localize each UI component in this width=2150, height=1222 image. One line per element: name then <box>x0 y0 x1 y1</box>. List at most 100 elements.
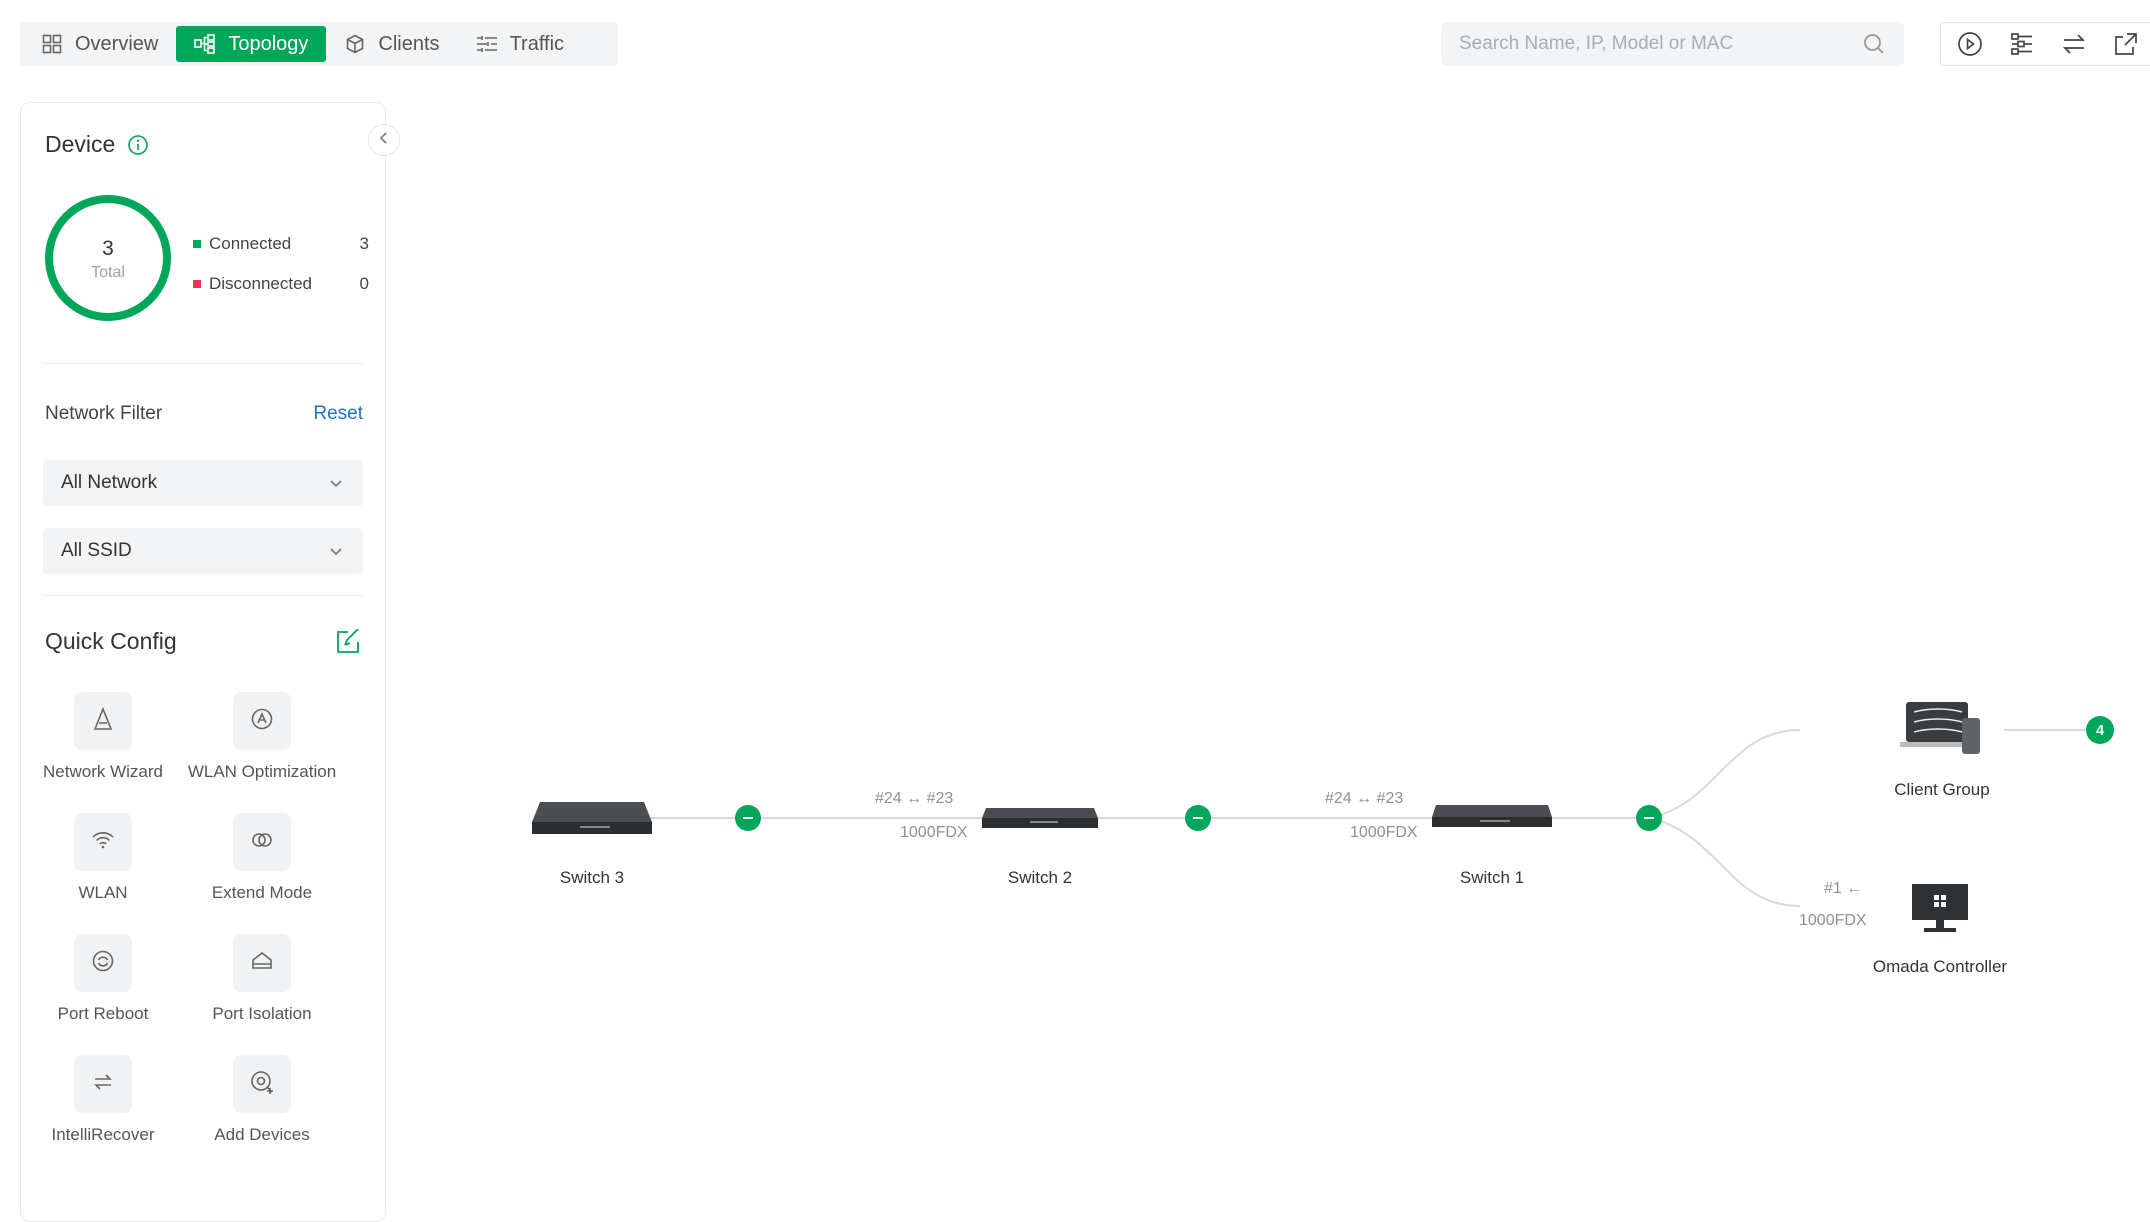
ssid-select-value: All SSID <box>61 540 132 561</box>
quick-config-intellirecover[interactable]: IntelliRecover <box>23 1055 183 1145</box>
quick-config-port-isolation[interactable]: Port Isolation <box>182 934 342 1024</box>
tab-label: Overview <box>75 32 159 55</box>
topology-links <box>650 729 2100 907</box>
search-icon[interactable] <box>1862 32 1886 56</box>
link-ports: #24 ↔ #23 <box>875 790 954 807</box>
device-total-label: Total <box>91 264 125 281</box>
settings-sliders-icon[interactable] <box>2007 29 2037 59</box>
switch-3-device[interactable] <box>530 798 654 843</box>
chevron-down-icon <box>327 542 345 560</box>
quick-config-wlan[interactable]: WLAN <box>23 813 183 903</box>
external-link-icon[interactable] <box>2111 29 2141 59</box>
quick-config-wlan-optimization[interactable]: WLAN Optimization <box>182 692 342 782</box>
collapse-panel-button[interactable] <box>368 124 400 156</box>
search-input[interactable] <box>1459 33 1862 55</box>
connected-dot <box>193 240 201 248</box>
device-side-panel: Device 3 Total Connected 3 Disconnected … <box>20 102 386 1222</box>
network-select-value: All Network <box>61 472 158 493</box>
qbox <box>233 692 291 750</box>
collapse-node-button[interactable] <box>1185 805 1211 831</box>
node-label: Switch 1 <box>1459 868 1525 887</box>
edit-icon[interactable] <box>335 628 361 655</box>
topology-canvas: Switch 3 #24 ↔ #23 1000FDX Switch 2 #24 … <box>400 80 2150 1209</box>
tab-overview[interactable]: Overview <box>23 26 176 62</box>
client-count-badge[interactable]: 4 <box>2086 716 2114 744</box>
network-select[interactable]: All Network <box>43 460 363 506</box>
wifi-icon <box>90 827 116 858</box>
play-icon[interactable] <box>1955 29 1985 59</box>
traffic-icon <box>476 33 498 55</box>
topology-toolbar <box>1940 22 2150 66</box>
collapse-node-button[interactable] <box>735 805 761 831</box>
device-total-count: 3 <box>102 237 114 260</box>
disconnected-dot <box>193 280 201 288</box>
wlan-optimization-icon <box>249 706 275 737</box>
wizard-icon <box>90 706 116 737</box>
link-ports: #1 ← <box>1824 880 1863 897</box>
reset-link[interactable]: Reset <box>313 403 363 425</box>
qbox <box>233 1055 291 1113</box>
link-speed: 1000FDX <box>900 824 968 841</box>
quick-config-label: WLAN <box>78 883 128 902</box>
chevron-left-icon <box>377 131 391 150</box>
quick-config-port-reboot[interactable]: Port Reboot <box>23 934 183 1024</box>
tab-clients[interactable]: Clients <box>326 26 457 62</box>
legend-label: Connected <box>209 234 292 253</box>
divider <box>43 363 363 364</box>
tab-label: Clients <box>378 32 440 55</box>
qbox <box>233 934 291 992</box>
switch-1-device[interactable] <box>1430 802 1554 837</box>
omada-controller-device[interactable] <box>1910 882 1970 939</box>
tab-traffic[interactable]: Traffic <box>458 26 582 62</box>
chevron-down-icon <box>327 474 345 492</box>
legend-label: Disconnected <box>209 274 313 293</box>
device-title-text: Device <box>45 131 116 157</box>
tab-topology[interactable]: Topology <box>176 26 327 62</box>
extend-mode-icon <box>249 827 275 858</box>
node-label: Omada Controller <box>1872 957 2008 976</box>
legend-value: 0 <box>359 274 369 293</box>
swap-arrows-icon[interactable] <box>2059 29 2089 59</box>
client-group-device[interactable] <box>1900 700 1984 763</box>
divider <box>43 595 363 596</box>
ssid-select[interactable]: All SSID <box>43 528 363 574</box>
quick-config-label: IntelliRecover <box>51 1125 155 1144</box>
link-speed: 1000FDX <box>1799 912 1867 929</box>
quick-config-extend-mode[interactable]: Extend Mode <box>182 813 342 903</box>
quick-config-label: WLAN Optimization <box>187 762 337 781</box>
link-ports: #24 ↔ #23 <box>1325 790 1404 807</box>
network-filter-title: Network Filter <box>45 403 163 424</box>
node-label: Switch 2 <box>1007 868 1073 887</box>
qbox <box>74 1055 132 1113</box>
quick-config-label: Extend Mode <box>211 883 313 902</box>
link-line <box>1650 817 1801 907</box>
quick-config-network-wizard[interactable]: Network Wizard <box>23 692 183 782</box>
recover-icon <box>90 1069 116 1100</box>
port-isolation-icon <box>249 948 275 979</box>
view-tabs: Overview Topology Clients Traffic <box>20 22 618 66</box>
search-box <box>1441 22 1904 66</box>
quick-config-label: Port Isolation <box>212 1004 312 1023</box>
tab-label: Topology <box>228 32 309 55</box>
switch-2-device[interactable] <box>980 804 1100 837</box>
port-reboot-icon <box>90 948 116 979</box>
quick-config-label: Network Wizard <box>43 762 163 781</box>
qbox <box>74 813 132 871</box>
add-devices-icon <box>249 1069 275 1100</box>
topology-icon <box>194 33 216 55</box>
collapse-node-button[interactable] <box>1636 805 1662 831</box>
grid-icon <box>41 33 63 55</box>
quick-config-title: Quick Config <box>45 628 177 654</box>
qbox <box>74 692 132 750</box>
quick-config-add-devices[interactable]: Add Devices <box>182 1055 342 1145</box>
node-label: Client Group <box>1894 780 1990 799</box>
tab-label: Traffic <box>509 32 565 55</box>
cube-icon <box>344 33 366 55</box>
qbox <box>233 813 291 871</box>
quick-config-label: Port Reboot <box>57 1004 149 1023</box>
legend-value: 3 <box>359 234 369 253</box>
info-icon[interactable] <box>127 134 149 156</box>
link-speed: 1000FDX <box>1350 824 1418 841</box>
legend-disconnected: Disconnected 0 <box>193 274 369 294</box>
device-panel-title: Device <box>45 131 149 158</box>
